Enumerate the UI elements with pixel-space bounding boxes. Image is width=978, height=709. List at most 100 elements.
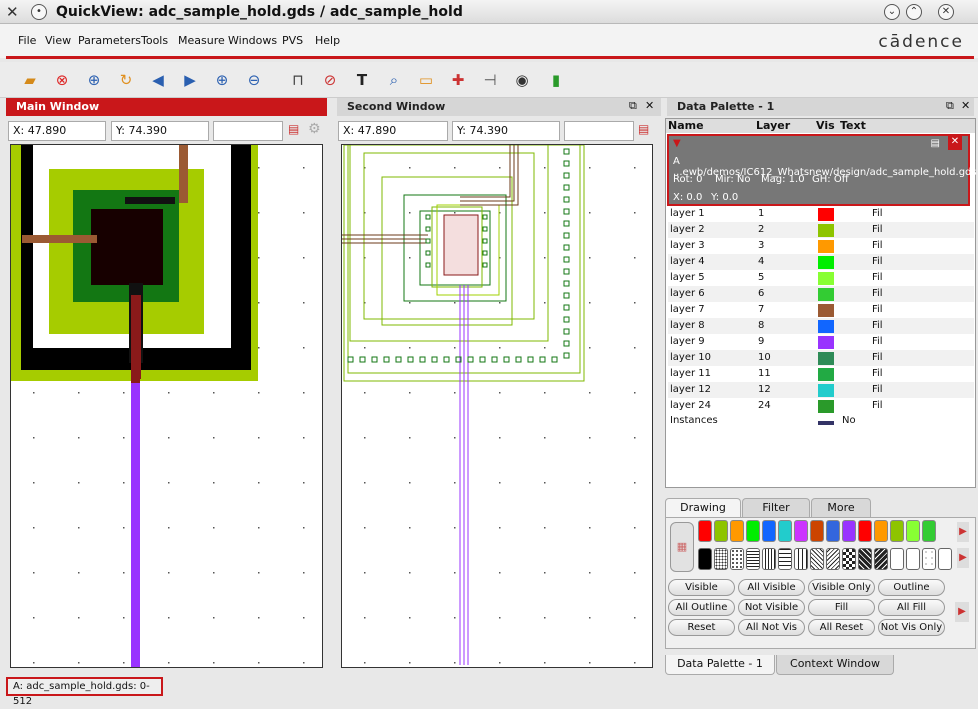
col-layer[interactable]: Layer bbox=[756, 119, 790, 132]
main-x-field[interactable]: X: 47.890 bbox=[8, 121, 106, 141]
layer-row[interactable]: layer 4 4 Fil bbox=[668, 254, 974, 270]
instances-row[interactable]: Instances No bbox=[668, 413, 974, 429]
layer-color-swatch[interactable] bbox=[818, 400, 834, 413]
back-icon[interactable]: ◀ bbox=[146, 68, 170, 92]
close-palette-icon[interactable]: ✕ bbox=[961, 99, 970, 112]
tab-more[interactable]: More bbox=[811, 498, 871, 518]
pattern-dense-diag-2[interactable] bbox=[874, 548, 888, 570]
layer-color-swatch[interactable] bbox=[818, 288, 834, 301]
layer-color-swatch[interactable] bbox=[818, 352, 834, 365]
second-y-field[interactable]: Y: 74.390 bbox=[452, 121, 560, 141]
color-swatch[interactable] bbox=[746, 520, 760, 542]
find-icon[interactable]: ⌕ bbox=[382, 68, 406, 92]
maximize-button[interactable]: ⌃ bbox=[906, 4, 922, 20]
layer-color-swatch[interactable] bbox=[818, 320, 834, 333]
layer-color-swatch[interactable] bbox=[818, 208, 834, 221]
layer-color-swatch[interactable] bbox=[818, 304, 834, 317]
text-tool-icon[interactable]: T bbox=[350, 68, 374, 92]
undock-palette-icon[interactable]: ⧉ bbox=[946, 99, 954, 113]
zoom-out-icon[interactable]: ⊖ bbox=[242, 68, 266, 92]
color-swatch[interactable] bbox=[810, 520, 824, 542]
menu-help[interactable]: Help bbox=[315, 34, 340, 47]
outline-button[interactable]: Outline bbox=[878, 579, 945, 596]
second-x-field[interactable]: X: 47.890 bbox=[338, 121, 448, 141]
second-extra-field[interactable] bbox=[564, 121, 634, 141]
menu-windows[interactable]: Windows bbox=[228, 34, 277, 47]
color-swatch[interactable] bbox=[730, 520, 744, 542]
layer-row[interactable]: layer 6 6 Fil bbox=[668, 286, 974, 302]
layer-row[interactable]: layer 8 8 Fil bbox=[668, 318, 974, 334]
expand-arrow-icon[interactable]: ▼ bbox=[673, 138, 681, 149]
all-outline-button[interactable]: All Outline bbox=[668, 599, 735, 616]
pattern-hlines-2[interactable] bbox=[778, 548, 792, 570]
add-marker-icon[interactable]: ✚ bbox=[446, 68, 470, 92]
visible-button[interactable]: Visible bbox=[668, 579, 735, 596]
color-swatch[interactable] bbox=[874, 520, 888, 542]
color-swatch[interactable] bbox=[714, 520, 728, 542]
layer-row[interactable]: layer 3 3 Fil bbox=[668, 238, 974, 254]
pattern-empty-3[interactable] bbox=[938, 548, 952, 570]
refresh-icon[interactable]: ↻ bbox=[114, 68, 138, 92]
color-swatch[interactable] bbox=[842, 520, 856, 542]
next-patterns-icon[interactable]: ▶ bbox=[957, 548, 969, 568]
all-reset-button[interactable]: All Reset bbox=[808, 619, 875, 636]
pattern-dots-2[interactable] bbox=[730, 548, 744, 570]
pattern-empty[interactable] bbox=[890, 548, 904, 570]
color-swatch[interactable] bbox=[906, 520, 920, 542]
layer-color-swatch[interactable] bbox=[818, 256, 834, 269]
menu-pvs[interactable]: PVS bbox=[282, 34, 303, 47]
menu-tools[interactable]: Tools bbox=[141, 34, 168, 47]
cell-options-icon[interactable]: ▤ bbox=[931, 138, 940, 149]
layer-row[interactable]: layer 7 7 Fil bbox=[668, 302, 974, 318]
all-visible-button[interactable]: All Visible bbox=[738, 579, 805, 596]
menu-measure[interactable]: Measure bbox=[178, 34, 225, 47]
layer-color-swatch[interactable] bbox=[818, 336, 834, 349]
visible-only-button[interactable]: Visible Only bbox=[808, 579, 875, 596]
layer-row[interactable]: layer 9 9 Fil bbox=[668, 334, 974, 350]
bottom-tab-data-palette[interactable]: Data Palette - 1 bbox=[665, 655, 775, 675]
color-swatch[interactable] bbox=[762, 520, 776, 542]
layer-row[interactable]: layer 2 2 Fil bbox=[668, 222, 974, 238]
menu-view[interactable]: View bbox=[45, 34, 71, 47]
col-name[interactable]: Name bbox=[668, 119, 704, 132]
tab-filter[interactable]: Filter bbox=[742, 498, 810, 518]
not-visible-button[interactable]: Not Visible bbox=[738, 599, 805, 616]
forward-icon[interactable]: ▶ bbox=[178, 68, 202, 92]
minimize-button[interactable]: ⌄ bbox=[884, 4, 900, 20]
pattern-hlines[interactable] bbox=[746, 548, 760, 570]
color-swatch[interactable] bbox=[778, 520, 792, 542]
all-fill-button[interactable]: All Fill bbox=[878, 599, 945, 616]
pattern-dense-diag[interactable] bbox=[858, 548, 872, 570]
ruler-icon[interactable]: ⊓ bbox=[286, 68, 310, 92]
color-swatch[interactable] bbox=[826, 520, 840, 542]
second-layout-canvas[interactable] bbox=[341, 144, 653, 668]
color-swatch[interactable] bbox=[858, 520, 872, 542]
add-page-icon[interactable]: ▮ bbox=[544, 68, 568, 92]
note-icon[interactable]: ▭ bbox=[414, 68, 438, 92]
bookmark-2-icon[interactable]: ▤ bbox=[638, 122, 649, 136]
clear-ruler-icon[interactable]: ⊘ bbox=[318, 68, 342, 92]
color-swatch[interactable] bbox=[698, 520, 712, 542]
pattern-solid[interactable] bbox=[698, 548, 712, 570]
layer-row[interactable]: layer 12 12 Fil bbox=[668, 382, 974, 398]
close-button[interactable]: ✕ bbox=[938, 4, 954, 20]
layer-color-swatch[interactable] bbox=[818, 224, 834, 237]
bottom-tab-context-window[interactable]: Context Window bbox=[776, 655, 894, 675]
pattern-sparse[interactable] bbox=[922, 548, 936, 570]
col-text[interactable]: Text bbox=[840, 119, 866, 132]
menu-parameters[interactable]: Parameters bbox=[78, 34, 141, 47]
layer-row[interactable]: layer 5 5 Fil bbox=[668, 270, 974, 286]
main-extra-field[interactable] bbox=[213, 121, 283, 141]
next-colors-icon[interactable]: ▶ bbox=[957, 522, 969, 542]
not-vis-only-button[interactable]: Not Vis Only bbox=[878, 619, 945, 636]
menu-file[interactable]: File bbox=[18, 34, 36, 47]
layer-color-swatch[interactable] bbox=[818, 368, 834, 381]
close-panel-icon[interactable]: ✕ bbox=[645, 99, 654, 112]
layer-color-swatch[interactable] bbox=[818, 272, 834, 285]
color-swatch[interactable] bbox=[890, 520, 904, 542]
probe-icon[interactable]: ⊣ bbox=[478, 68, 502, 92]
open-folder-icon[interactable]: ▰ bbox=[18, 68, 42, 92]
col-vis[interactable]: Vis bbox=[816, 119, 835, 132]
layer-row[interactable]: layer 10 10 Fil bbox=[668, 350, 974, 366]
main-layout-canvas[interactable] bbox=[10, 144, 323, 668]
